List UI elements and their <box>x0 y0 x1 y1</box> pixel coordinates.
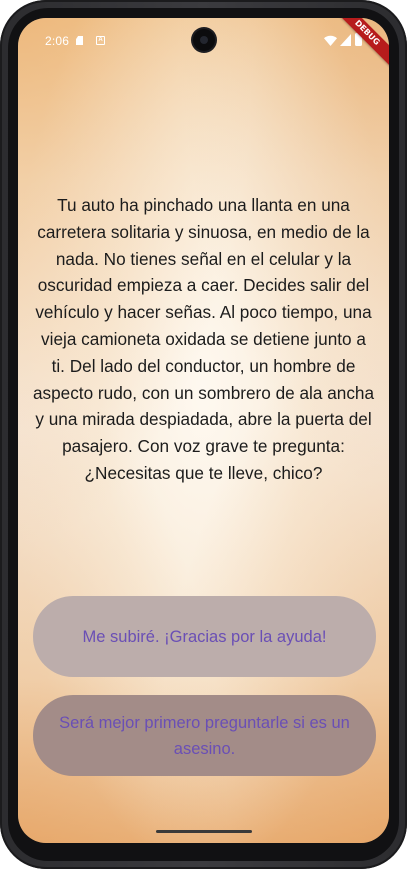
phone-frame: 2:06 A DEBUG Tu auto ha pinchado una lla… <box>0 0 407 869</box>
signal-icon <box>340 34 351 46</box>
story-text: Tu auto ha pinchado una llanta en una ca… <box>32 195 375 483</box>
home-indicator[interactable] <box>156 830 252 833</box>
a-notification-icon: A <box>96 36 105 45</box>
front-camera <box>193 29 215 51</box>
status-bar: 2:06 A <box>18 18 389 64</box>
sd-card-icon <box>76 36 83 45</box>
choice-label: Me subiré. ¡Gracias por la ayuda! <box>82 627 327 646</box>
wifi-icon <box>324 35 337 46</box>
choice-label: Será mejor primero preguntarle si es un … <box>59 713 350 758</box>
choice-button-accept-ride[interactable]: Me subiré. ¡Gracias por la ayuda! <box>33 596 376 677</box>
app-screen: 2:06 A DEBUG Tu auto ha pinchado una lla… <box>18 18 389 843</box>
status-time: 2:06 <box>45 34 70 48</box>
choice-button-ask-if-killer[interactable]: Será mejor primero preguntarle si es un … <box>33 695 376 776</box>
